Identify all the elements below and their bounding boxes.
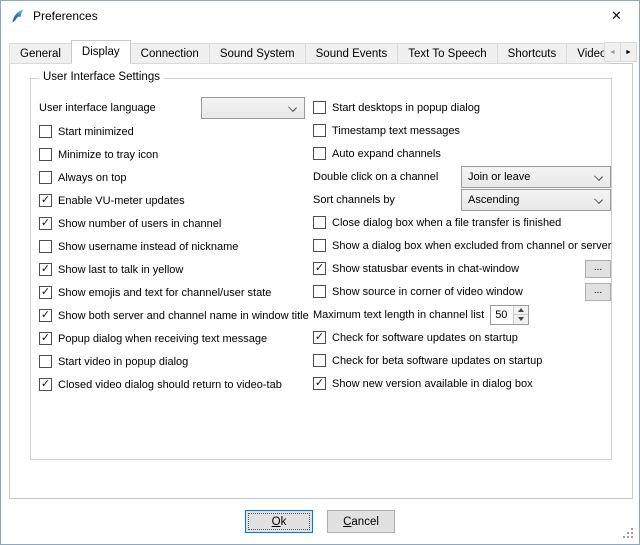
checkbox[interactable] [39,125,52,138]
sort-channels-row: Sort channels by Ascending [313,188,611,211]
checkbox[interactable] [313,354,326,367]
checkbox-emojis-text-state[interactable]: ✓ Show emojis and text for channel/user … [39,281,305,304]
checkbox-start-desktops-popup[interactable]: Start desktops in popup dialog [313,96,611,119]
resize-grip-icon[interactable] [623,528,635,540]
user-interface-settings-group: User Interface Settings User interface l… [30,78,612,460]
checkbox[interactable] [313,147,326,160]
checkbox-check-updates[interactable]: ✓ Check for software updates on startup [313,326,611,349]
checkbox-timestamp-messages[interactable]: Timestamp text messages [313,119,611,142]
checkbox[interactable] [313,216,326,229]
checkbox[interactable] [39,240,52,253]
spinner-value[interactable]: 50 [491,306,513,324]
tab-shortcuts[interactable]: Shortcuts [497,43,568,64]
checkbox[interactable]: ✓ [39,378,52,391]
checkbox-video-return-tab[interactable]: ✓ Closed video dialog should return to v… [39,373,305,396]
checkbox-excluded-dialog[interactable]: Show a dialog box when excluded from cha… [313,234,611,257]
tab-display[interactable]: Display [71,40,131,64]
language-label: User interface language [39,102,156,114]
video-source-config-button[interactable]: ... [585,283,611,301]
double-click-label: Double click on a channel [313,171,438,183]
checkbox[interactable]: ✓ [39,332,52,345]
checkbox[interactable]: ✓ [39,309,52,322]
checkbox[interactable]: ✓ [39,217,52,230]
group-title: User Interface Settings [39,71,164,83]
sort-channels-select[interactable]: Ascending [461,189,611,211]
checkbox[interactable] [39,171,52,184]
tab-sound-system[interactable]: Sound System [209,43,306,64]
tab-bar: General Display Connection Sound System … [9,40,610,64]
checkbox-start-video-popup[interactable]: Start video in popup dialog [39,350,305,373]
cancel-button[interactable]: Cancel [327,510,395,533]
checkbox[interactable] [313,239,326,252]
language-row: User interface language [39,96,305,120]
tab-connection[interactable]: Connection [130,43,210,64]
checkbox-video-source-corner[interactable]: Show source in corner of video window ..… [313,280,611,303]
checkbox[interactable]: ✓ [313,377,326,390]
close-button[interactable]: ✕ [594,1,639,30]
tab-scroll-left-icon[interactable]: ◄ [604,42,621,62]
checkbox[interactable] [313,101,326,114]
double-click-row: Double click on a channel Join or leave [313,165,611,188]
checkbox[interactable] [39,148,52,161]
checkbox-show-user-count[interactable]: ✓ Show number of users in channel [39,212,305,235]
checkbox-popup-text-message[interactable]: ✓ Popup dialog when receiving text messa… [39,327,305,350]
chevron-down-icon [595,173,603,181]
tab-scroll-right-icon[interactable]: ► [620,42,637,62]
max-text-length-label: Maximum text length in channel list [313,309,484,321]
spinner-buttons [513,306,528,324]
checkbox[interactable]: ✓ [39,194,52,207]
checkbox[interactable]: ✓ [313,331,326,344]
display-tab-page: User Interface Settings User interface l… [9,63,633,499]
double-click-select[interactable]: Join or leave [461,166,611,188]
checkbox-always-on-top[interactable]: Always on top [39,166,305,189]
chevron-down-icon [595,196,603,204]
language-select[interactable] [201,97,305,119]
titlebar[interactable]: Preferences ✕ [1,1,639,31]
left-column: User interface language Start minimized … [39,96,305,396]
max-text-length-row: Maximum text length in channel list 50 [313,303,611,326]
statusbar-events-config-button[interactable]: ... [585,260,611,278]
preferences-dialog: Preferences ✕ General Display Connection… [0,0,640,545]
tab-general[interactable]: General [9,43,72,64]
tab-text-to-speech[interactable]: Text To Speech [397,43,497,64]
checkbox-start-minimized[interactable]: Start minimized [39,120,305,143]
checkbox[interactable]: ✓ [313,262,326,275]
tab-scroller: ◄ ► [605,42,637,62]
checkbox[interactable] [313,285,326,298]
checkbox[interactable] [313,124,326,137]
checkbox-auto-expand-channels[interactable]: Auto expand channels [313,142,611,165]
footer-buttons: Ok Cancel [1,510,639,533]
checkbox-minimize-to-tray[interactable]: Minimize to tray icon [39,143,305,166]
checkbox-last-talk-yellow[interactable]: ✓ Show last to talk in yellow [39,258,305,281]
spin-down-icon[interactable] [514,315,528,324]
tab-sound-events[interactable]: Sound Events [305,43,399,64]
checkbox-close-filetransfer-dialog[interactable]: Close dialog box when a file transfer is… [313,211,611,234]
ok-button[interactable]: Ok [245,510,313,533]
spin-up-icon[interactable] [514,306,528,316]
checkbox-check-beta-updates[interactable]: Check for beta software updates on start… [313,349,611,372]
checkbox-statusbar-events[interactable]: ✓ Show statusbar events in chat-window .… [313,257,611,280]
checkbox-show-username[interactable]: Show username instead of nickname [39,235,305,258]
window-title: Preferences [33,9,98,23]
app-icon [10,8,26,24]
checkbox[interactable]: ✓ [39,286,52,299]
checkbox-vu-meter-updates[interactable]: ✓ Enable VU-meter updates [39,189,305,212]
checkbox[interactable]: ✓ [39,263,52,276]
checkbox-new-version-dialog[interactable]: ✓ Show new version available in dialog b… [313,372,611,395]
checkbox-server-channel-title[interactable]: ✓ Show both server and channel name in w… [39,304,305,327]
sort-channels-label: Sort channels by [313,194,395,206]
right-column: Start desktops in popup dialog Timestamp… [313,96,611,396]
max-text-length-spinner[interactable]: 50 [490,305,529,325]
checkbox[interactable] [39,355,52,368]
chevron-down-icon [289,104,297,112]
